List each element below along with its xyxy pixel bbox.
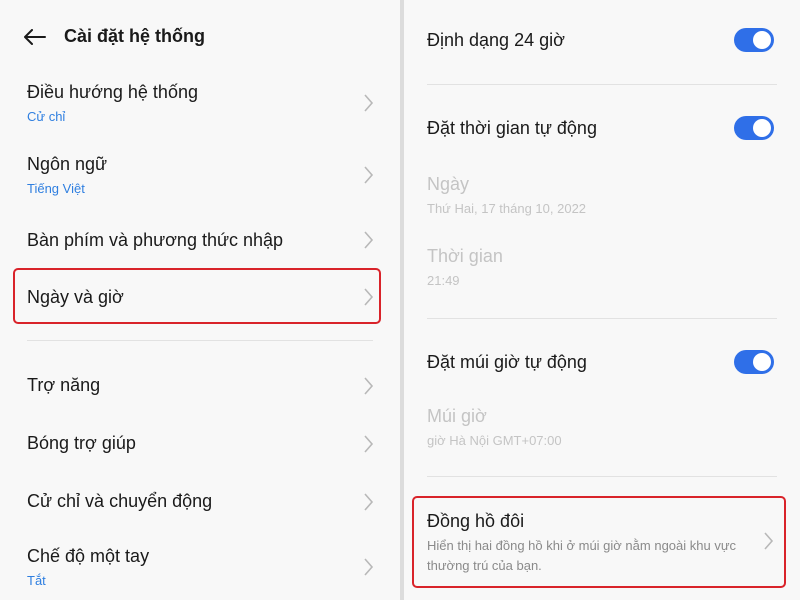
back-arrow-icon[interactable] (24, 26, 48, 48)
divider (427, 318, 777, 319)
settings-item-value: Cử chỉ (27, 109, 66, 124)
date-time-panel: Định dạng 24 giờ Đặt thời gian tự động N… (404, 0, 800, 600)
chevron-right-icon (364, 493, 374, 511)
setting-auto-timezone[interactable]: Đặt múi giờ tự động (404, 340, 800, 386)
setting-time: Thời gian 21:49 (404, 238, 800, 296)
chevron-right-icon (364, 435, 374, 453)
settings-item-label: Điều hướng hệ thống (27, 82, 198, 102)
settings-item-gestures-motions[interactable]: Cử chỉ và chuyển động (0, 478, 400, 526)
setting-label: Múi giờ (427, 406, 487, 426)
settings-item-label: Chế độ một tay (27, 546, 150, 566)
setting-value: 21:49 (427, 273, 460, 288)
divider (27, 340, 373, 341)
settings-item-accessibility[interactable]: Trợ năng (0, 362, 400, 410)
divider (427, 476, 777, 477)
highlight-box (13, 268, 381, 324)
system-settings-panel: Cài đặt hệ thống Điều hướng hệ thống Cử … (0, 0, 400, 600)
settings-item-label: Ngôn ngữ (27, 154, 108, 174)
chevron-right-icon (364, 231, 374, 249)
highlight-box (412, 496, 786, 588)
toggle-auto-timezone[interactable] (734, 350, 774, 374)
chevron-right-icon (364, 558, 374, 576)
toggle-24-hour-format[interactable] (734, 28, 774, 52)
setting-label: Đặt thời gian tự động (427, 118, 597, 138)
settings-item-value: Tiếng Việt (27, 181, 85, 196)
setting-label: Thời gian (427, 246, 503, 266)
settings-item-label: Trợ năng (27, 375, 101, 395)
toggle-auto-time[interactable] (734, 116, 774, 140)
chevron-right-icon (364, 94, 374, 112)
setting-value: Thứ Hai, 17 tháng 10, 2022 (427, 201, 587, 216)
setting-label: Định dạng 24 giờ (427, 30, 565, 50)
settings-item-system-navigation[interactable]: Điều hướng hệ thống Cử chỉ (0, 74, 400, 146)
settings-item-language[interactable]: Ngôn ngữ Tiếng Việt (0, 146, 400, 218)
divider (427, 84, 777, 85)
settings-item-label: Cử chỉ và chuyển động (27, 491, 213, 511)
settings-item-keyboard[interactable]: Bàn phím và phương thức nhập (0, 218, 400, 266)
setting-auto-time[interactable]: Đặt thời gian tự động (404, 106, 800, 152)
settings-item-label: Bàn phím và phương thức nhập (27, 230, 284, 250)
page-title: Cài đặt hệ thống (64, 26, 205, 46)
toggle-knob (753, 119, 771, 137)
setting-value: giờ Hà Nội GMT+07:00 (427, 433, 562, 448)
toggle-knob (753, 353, 771, 371)
setting-date: Ngày Thứ Hai, 17 tháng 10, 2022 (404, 166, 800, 224)
chevron-right-icon (364, 166, 374, 184)
settings-item-one-hand-mode[interactable]: Chế độ một tay Tắt (0, 536, 400, 600)
settings-item-label: Bóng trợ giúp (27, 433, 136, 453)
setting-timezone: Múi giờ giờ Hà Nội GMT+07:00 (404, 398, 800, 456)
header: Cài đặt hệ thống (0, 0, 400, 74)
chevron-right-icon (364, 377, 374, 395)
toggle-knob (753, 31, 771, 49)
setting-24-hour-format[interactable]: Định dạng 24 giờ (404, 18, 800, 64)
settings-item-value: Tắt (27, 573, 46, 588)
setting-label: Ngày (427, 174, 470, 194)
setting-label: Đặt múi giờ tự động (427, 352, 587, 372)
settings-item-assistive-ball[interactable]: Bóng trợ giúp (0, 420, 400, 468)
